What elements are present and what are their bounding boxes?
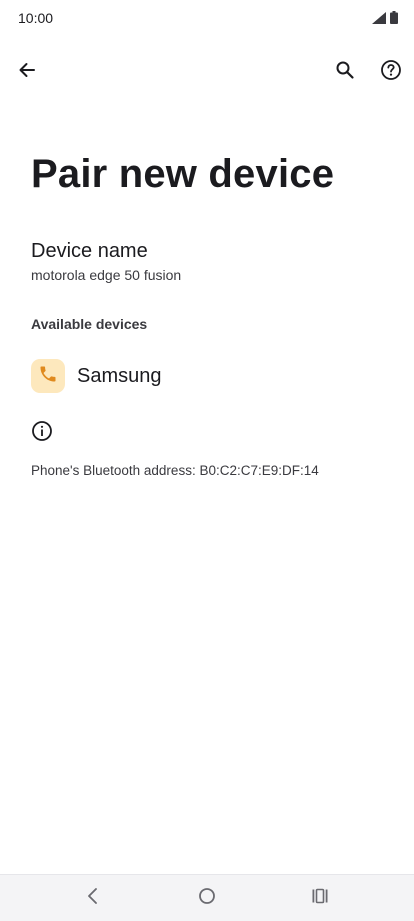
device-label: Samsung [77,365,162,387]
nav-recents-button[interactable] [300,883,340,913]
device-name-title: Device name [31,240,148,262]
status-time: 10:00 [18,10,54,26]
system-nav-bar [0,874,414,921]
info-icon [31,420,53,447]
status-bar: 10:00 [0,0,414,36]
device-item-samsung[interactable]: Samsung [0,350,414,404]
bluetooth-address-text: Phone's Bluetooth address: B0:C2:C7:E9:D… [31,463,319,478]
signal-icon [372,11,386,29]
help-icon [380,59,402,86]
search-icon [335,60,355,85]
search-button[interactable] [325,52,365,92]
help-button[interactable] [371,52,411,92]
nav-recents-icon [311,887,329,910]
nav-home-button[interactable] [187,883,227,913]
back-arrow-icon [17,60,37,85]
nav-home-icon [198,887,216,910]
back-button[interactable] [7,52,47,92]
phone-icon [38,364,58,389]
app-bar [0,46,414,98]
device-icon-badge [31,359,65,393]
device-name-value: motorola edge 50 fusion [31,267,182,283]
nav-back-button[interactable] [73,883,113,913]
battery-icon [390,11,398,29]
status-icons [372,11,398,29]
available-devices-header: Available devices [31,316,148,332]
nav-back-icon [86,887,100,910]
device-name-setting[interactable]: Device name motorola edge 50 fusion [0,236,414,290]
page-title: Pair new device [31,152,335,196]
